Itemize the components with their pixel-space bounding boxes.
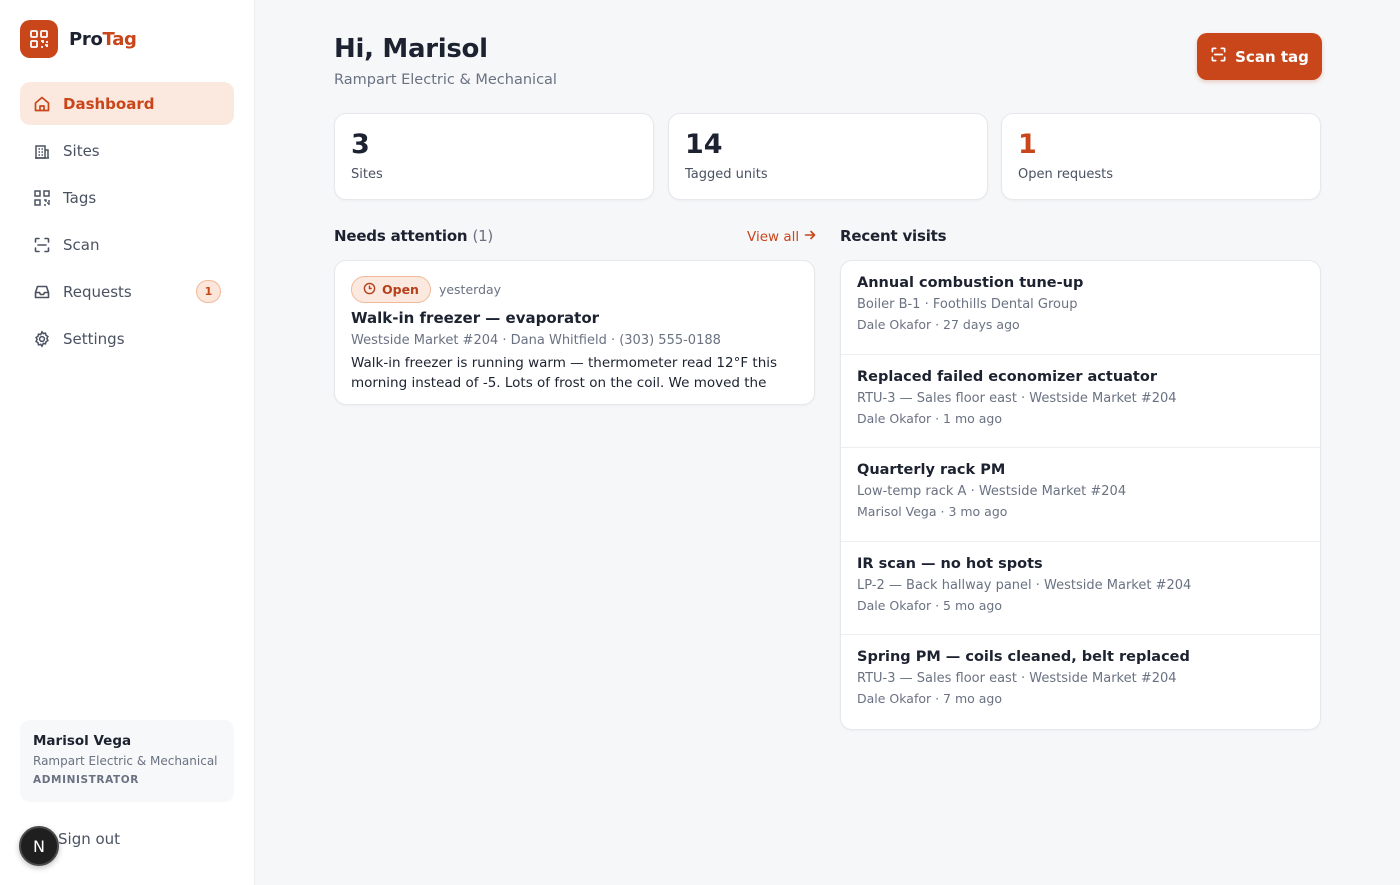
sidebar-item-dashboard[interactable]: Dashboard: [20, 82, 234, 125]
list-item[interactable]: IR scan — no hot spots LP-2 — Back hallw…: [841, 542, 1320, 636]
visit-meta: RTU-3 — Sales floor east · Westside Mark…: [857, 671, 1177, 687]
brand-name: ProTag: [69, 28, 137, 50]
visit-meta: RTU-3 — Sales floor east · Westside Mark…: [857, 390, 1177, 406]
page-title: Hi, Marisol: [334, 34, 488, 64]
sidebar-item-settings[interactable]: Settings: [20, 317, 234, 360]
sidebar-item-label: Tags: [63, 188, 97, 207]
attention-description: Walk-in freezer is running warm — thermo…: [351, 355, 778, 391]
sidebar-item-label: Requests: [63, 282, 132, 301]
gear-icon: [33, 329, 51, 348]
visit-author-time: Dale Okafor · 1 mo ago: [857, 410, 1003, 426]
qr-code-icon: [33, 189, 51, 207]
scan-icon: [33, 236, 51, 254]
needs-attention-count: (1): [472, 227, 494, 245]
attention-title: Walk-in freezer — evaporator: [351, 309, 600, 327]
user-org: Rampart Electric & Mechanical: [33, 754, 218, 768]
scan-tag-button[interactable]: Scan tag: [1197, 33, 1322, 80]
home-icon: [33, 95, 51, 113]
visit-title: Replaced failed economizer actuator: [857, 368, 1157, 385]
view-all-link[interactable]: View all: [747, 229, 816, 245]
sidebar: ProTag Dashboard Sites Tags Scan Request…: [0, 0, 255, 885]
qr-logo-icon: [20, 20, 58, 58]
visit-title: Spring PM — coils cleaned, belt replaced: [857, 649, 1190, 666]
company-name: Rampart Electric & Mechanical: [334, 72, 557, 88]
stat-card-sites[interactable]: 3 Sites: [334, 113, 654, 200]
sign-out-button[interactable]: Sign out: [58, 830, 120, 848]
scan-tag-label: Scan tag: [1235, 47, 1309, 66]
sidebar-item-tags[interactable]: Tags: [20, 176, 234, 219]
attention-timestamp: yesterday: [438, 282, 502, 297]
sidebar-item-label: Scan: [63, 235, 100, 254]
stat-value: 3: [351, 129, 370, 160]
visit-title: Quarterly rack PM: [857, 462, 1006, 479]
status-badge: Open: [351, 276, 431, 303]
stat-card-open-requests[interactable]: 1 Open requests: [1001, 113, 1321, 200]
stat-card-tagged-units[interactable]: 14 Tagged units: [668, 113, 988, 200]
inbox-icon: [33, 283, 51, 301]
sidebar-item-requests[interactable]: Requests 1: [20, 270, 234, 313]
needs-attention-heading: Needs attention (1): [334, 227, 494, 245]
sidebar-item-label: Dashboard: [63, 94, 155, 113]
visit-author-time: Dale Okafor · 7 mo ago: [857, 691, 1003, 707]
recent-visits-heading: Recent visits: [840, 227, 947, 245]
visit-meta: Boiler B-1 · Foothills Dental Group: [857, 297, 1078, 312]
visit-title: Annual combustion tune-up: [857, 275, 1084, 291]
building-icon: [33, 142, 51, 160]
stat-label: Open requests: [1018, 167, 1114, 182]
stat-value: 14: [685, 129, 723, 160]
attention-meta: Westside Market #204 · Dana Whitfield · …: [351, 333, 721, 348]
user-card: Marisol Vega Rampart Electric & Mechanic…: [20, 720, 234, 802]
visit-author-time: Marisol Vega · 3 mo ago: [857, 504, 1008, 520]
visit-title: IR scan — no hot spots: [857, 555, 1043, 572]
stat-label: Sites: [351, 167, 383, 182]
list-item[interactable]: Annual combustion tune-up Boiler B-1 · F…: [841, 261, 1320, 355]
stat-value: 1: [1018, 129, 1037, 160]
visit-author-time: Dale Okafor · 27 days ago: [857, 317, 1020, 332]
sidebar-item-label: Sites: [63, 141, 100, 160]
visit-meta: Low-temp rack A · Westside Market #204: [857, 484, 1127, 500]
sidebar-item-scan[interactable]: Scan: [20, 223, 234, 266]
sidebar-item-sites[interactable]: Sites: [20, 129, 234, 172]
requests-count-badge: 1: [196, 280, 221, 303]
visit-author-time: Dale Okafor · 5 mo ago: [857, 597, 1003, 613]
recent-visits-list: Annual combustion tune-up Boiler B-1 · F…: [840, 260, 1321, 730]
visit-meta: LP-2 — Back hallway panel · Westside Mar…: [857, 577, 1192, 593]
main-content: Hi, Marisol Rampart Electric & Mechanica…: [255, 0, 1400, 885]
sidebar-item-label: Settings: [63, 329, 125, 348]
arrow-right-icon: [804, 229, 816, 245]
attention-item[interactable]: Open yesterday Walk-in freezer — evapora…: [334, 260, 815, 405]
dev-tools-button[interactable]: N: [19, 826, 59, 866]
stat-label: Tagged units: [685, 167, 768, 182]
brand[interactable]: ProTag: [20, 20, 137, 58]
user-name: Marisol Vega: [33, 733, 132, 749]
user-role: ADMINISTRATOR: [33, 774, 139, 786]
scan-icon: [1210, 46, 1227, 67]
main-nav: Dashboard Sites Tags Scan Requests 1 Set…: [20, 82, 234, 364]
list-item[interactable]: Spring PM — coils cleaned, belt replaced…: [841, 635, 1320, 729]
list-item[interactable]: Replaced failed economizer actuator RTU-…: [841, 355, 1320, 449]
clock-icon: [363, 282, 376, 298]
list-item[interactable]: Quarterly rack PM Low-temp rack A · West…: [841, 448, 1320, 542]
